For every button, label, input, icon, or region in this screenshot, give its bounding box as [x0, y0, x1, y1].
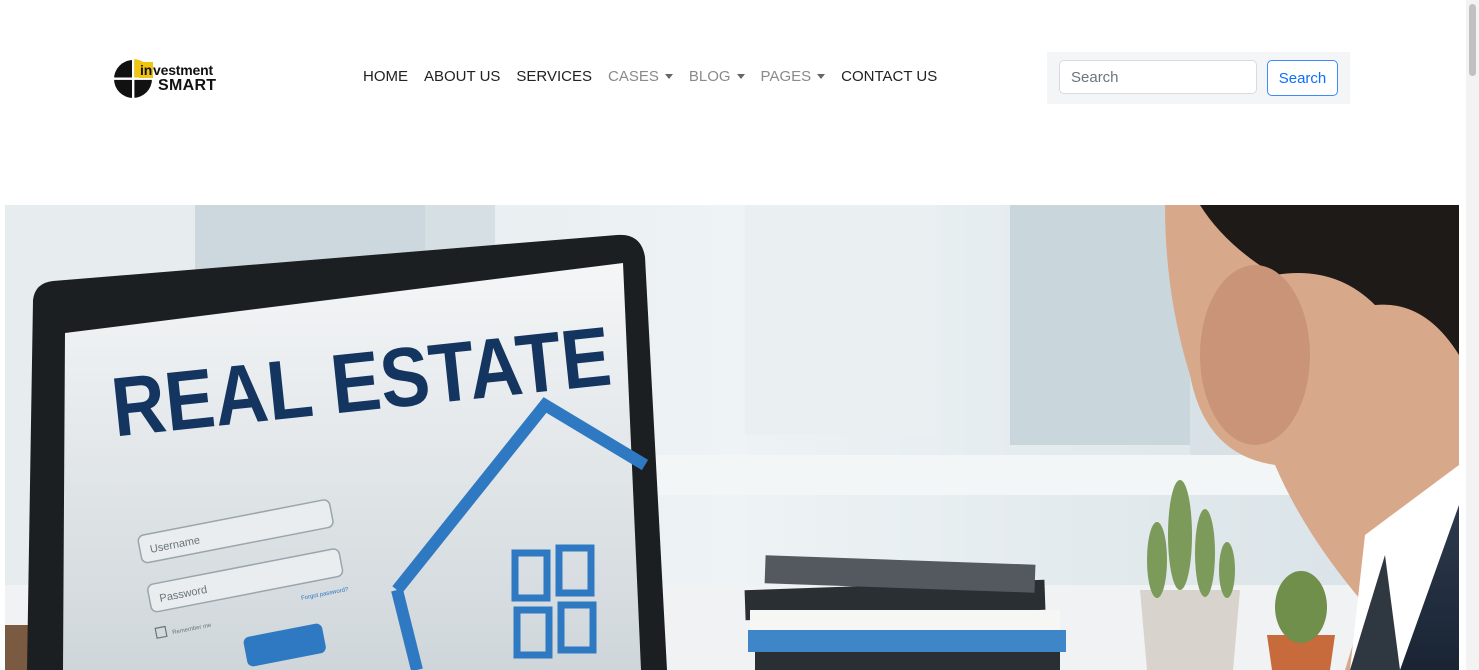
nav-services[interactable]: SERVICES	[516, 68, 592, 85]
nav-contact-us[interactable]: CONTACT US	[841, 68, 937, 85]
logo-text-smart: SMART	[158, 77, 217, 94]
scrollbar-thumb[interactable]	[1469, 4, 1476, 76]
hero-illustration: REAL ESTATE Username Password Remember m…	[5, 205, 1459, 670]
page-scrollbar[interactable]	[1466, 0, 1479, 670]
brand-logo[interactable]: investment SMART	[113, 58, 228, 100]
nav-cases-dropdown[interactable]: CASES	[608, 68, 673, 85]
search-input[interactable]	[1059, 60, 1257, 94]
chevron-down-icon	[664, 74, 673, 79]
main-nav: HOME ABOUT US SERVICES CASES BLOG PAGES …	[363, 68, 953, 85]
search-form: Search	[1047, 52, 1350, 104]
hero-image: REAL ESTATE Username Password Remember m…	[5, 205, 1459, 670]
chevron-down-icon	[817, 74, 826, 79]
search-button[interactable]: Search	[1267, 60, 1338, 96]
nav-pages-dropdown[interactable]: PAGES	[761, 68, 826, 85]
nav-about-us[interactable]: ABOUT US	[424, 68, 500, 85]
logo-text-investment: investment	[139, 62, 213, 78]
nav-blog-dropdown[interactable]: BLOG	[689, 68, 745, 85]
nav-home[interactable]: HOME	[363, 68, 408, 85]
chevron-down-icon	[736, 74, 745, 79]
